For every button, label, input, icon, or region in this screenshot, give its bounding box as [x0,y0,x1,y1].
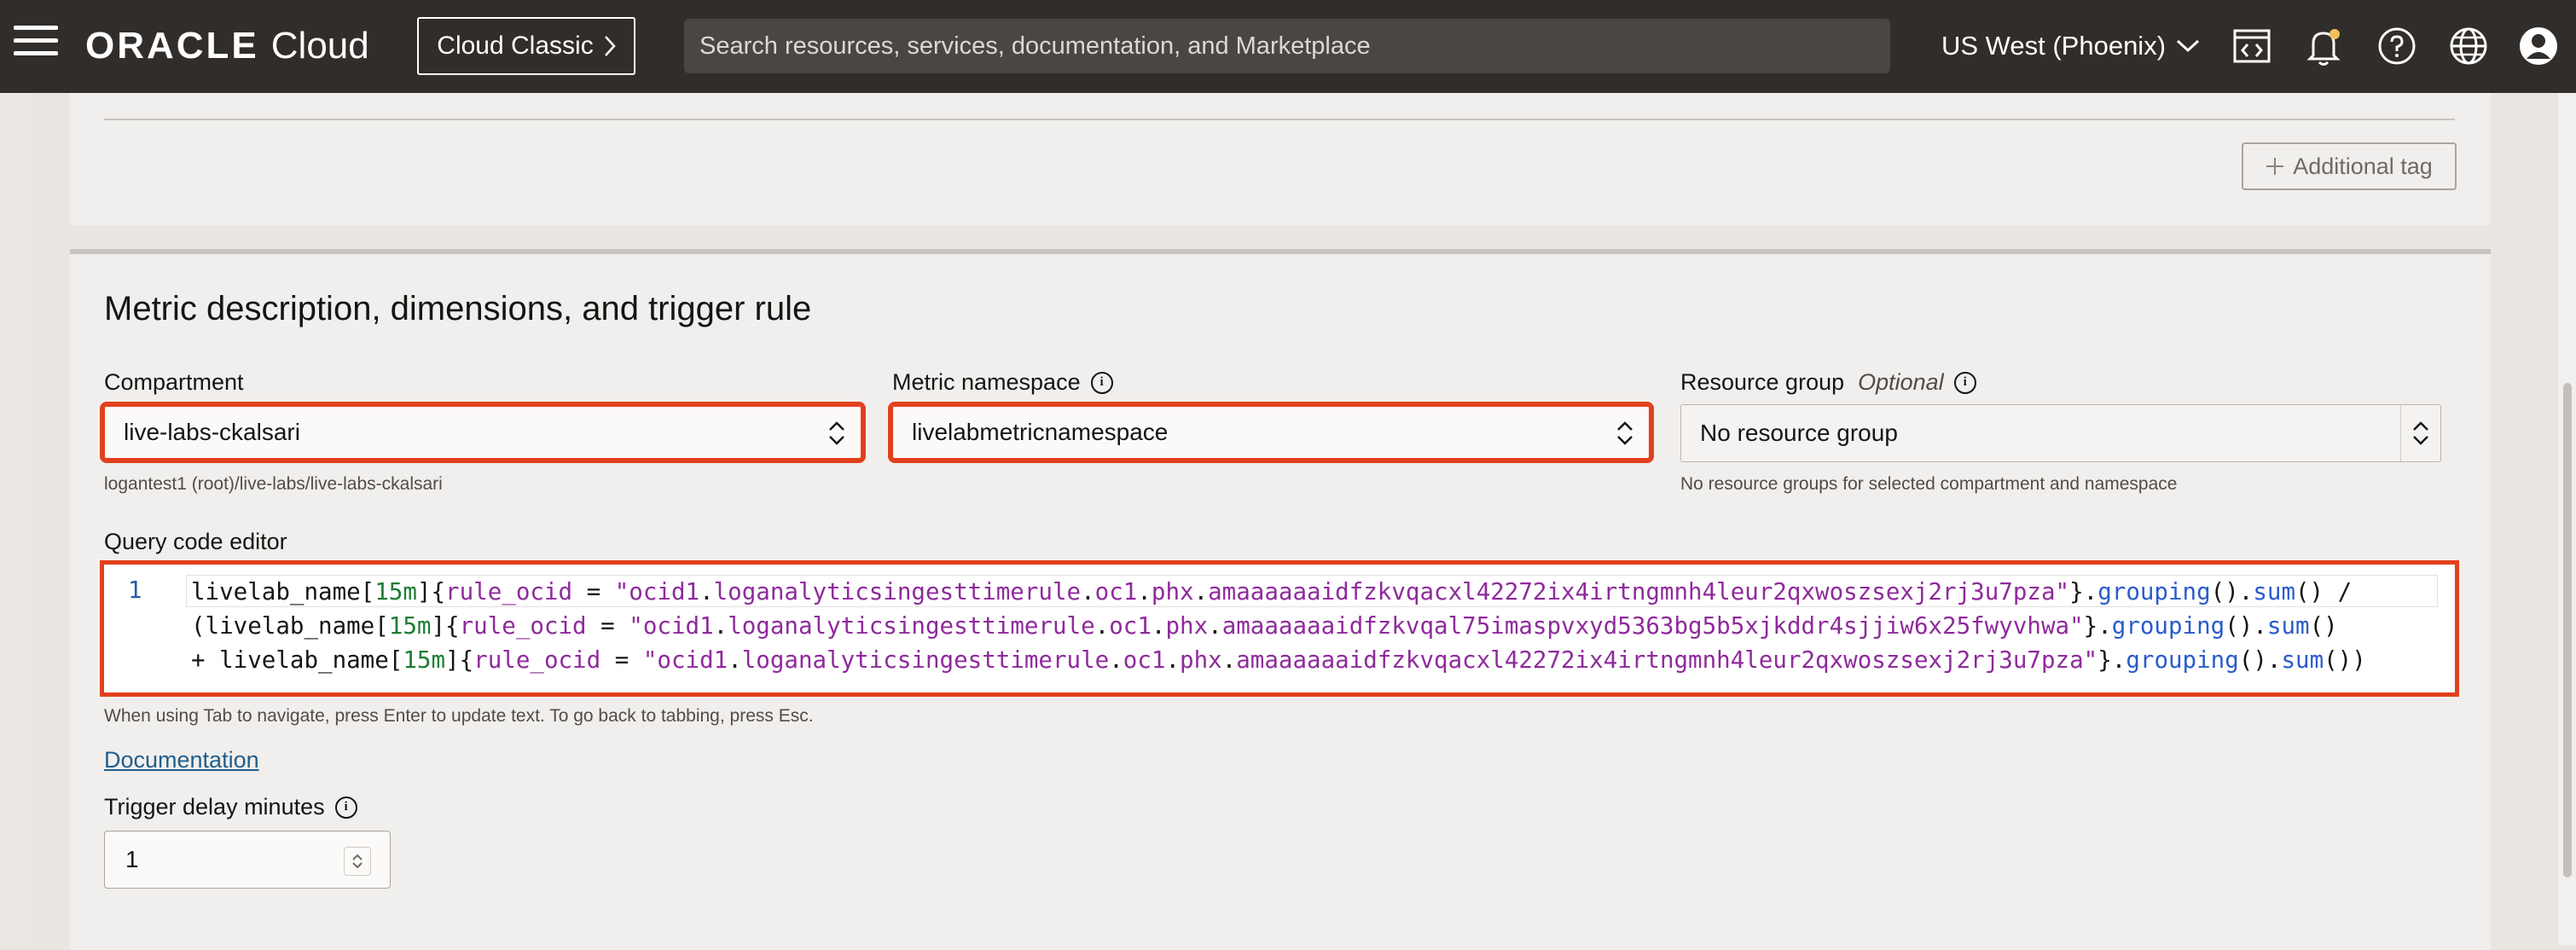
resource-group-select[interactable]: No resource group [1680,404,2441,462]
region-label: US West (Phoenix) [1941,31,2167,61]
logo-brand: ORACLE [85,25,259,67]
scrollbar-thumb[interactable] [2563,383,2572,878]
resource-group-helper: No resource groups for selected compartm… [1680,474,2178,494]
chevron-down-icon[interactable] [351,861,363,870]
globe-icon[interactable] [2445,22,2492,70]
plus-icon [2266,158,2284,175]
chevron-right-icon [604,36,616,56]
metric-namespace-value: livelabmetricnamespace [912,419,1169,445]
additional-tag-label: Additional tag [2293,153,2433,179]
chevron-down-icon [2177,39,2200,53]
info-icon[interactable]: i [1953,371,1976,394]
cloud-classic-label: Cloud Classic [437,32,594,60]
metric-namespace-label: Metric namespace i [892,369,1113,396]
trigger-delay-input[interactable] [124,845,298,874]
optional-tag: Optional [1858,369,1944,395]
oracle-cloud-logo[interactable]: ORACLE Cloud [85,22,369,70]
compartment-select[interactable]: live-labs-ckalsari [100,402,866,463]
editor-helper: When using Tab to navigate, press Enter … [104,706,814,726]
spin-buttons[interactable] [344,847,371,876]
trigger-delay-stepper[interactable] [104,831,391,889]
profile-icon[interactable] [2515,22,2562,70]
section-title: Metric description, dimensions, and trig… [104,290,812,327]
chevron-updown-icon [2413,421,2428,445]
cloud-classic-button[interactable]: Cloud Classic [417,17,635,75]
chevron-updown-icon [1617,421,1633,445]
resource-group-label-text: Resource group [1680,369,1845,395]
additional-tag-button[interactable]: Additional tag [2242,142,2457,190]
compartment-path-helper: logantest1 (root)/live-labs/live-labs-ck… [104,474,443,494]
top-navigation-bar: ORACLE Cloud Cloud Classic US West (Phoe… [0,0,2576,93]
metric-namespace-select[interactable]: livelabmetricnamespace [888,402,1654,463]
select-toggle[interactable] [2400,405,2440,461]
left-gutter [0,93,34,945]
info-icon[interactable]: i [1090,371,1113,394]
chevron-updown-icon [829,421,844,445]
query-editor-label: Query code editor [104,529,287,555]
help-icon[interactable] [2373,22,2421,70]
search-input[interactable] [698,31,1877,61]
search-bar[interactable] [684,19,1890,73]
chevron-up-icon[interactable] [351,853,363,861]
compartment-label: Compartment [104,369,244,396]
query-code-editor[interactable]: 1 livelab_name[15m]{rule_ocid = "ocid1.l… [100,560,2459,697]
metric-panel: Metric description, dimensions, and trig… [70,249,2491,950]
bell-icon[interactable] [2300,22,2347,70]
query-code[interactable]: livelab_name[15m]{rule_ocid = "ocid1.log… [191,575,2366,677]
resource-group-label: Resource group Optional i [1680,369,1976,396]
resource-group-value: No resource group [1700,420,1898,446]
divider [104,119,2455,120]
line-number: 1 [128,576,142,604]
info-icon[interactable]: i [334,796,357,819]
logo-product: Cloud [270,25,369,67]
menu-icon[interactable] [14,26,58,63]
compartment-value: live-labs-ckalsari [124,419,300,445]
query-editor-label-text: Query code editor [104,529,287,554]
tags-panel: Additional tag [70,93,2491,225]
trigger-delay-label-text: Trigger delay minutes [104,794,325,820]
region-selector[interactable]: US West (Phoenix) [1941,26,2200,67]
page-scrollbar[interactable] [2558,93,2576,945]
metric-namespace-label-text: Metric namespace [892,369,1081,395]
compartment-label-text: Compartment [104,369,244,395]
code-editor-icon[interactable] [2228,22,2276,70]
trigger-delay-label: Trigger delay minutes i [104,794,357,820]
documentation-link[interactable]: Documentation [104,747,259,773]
